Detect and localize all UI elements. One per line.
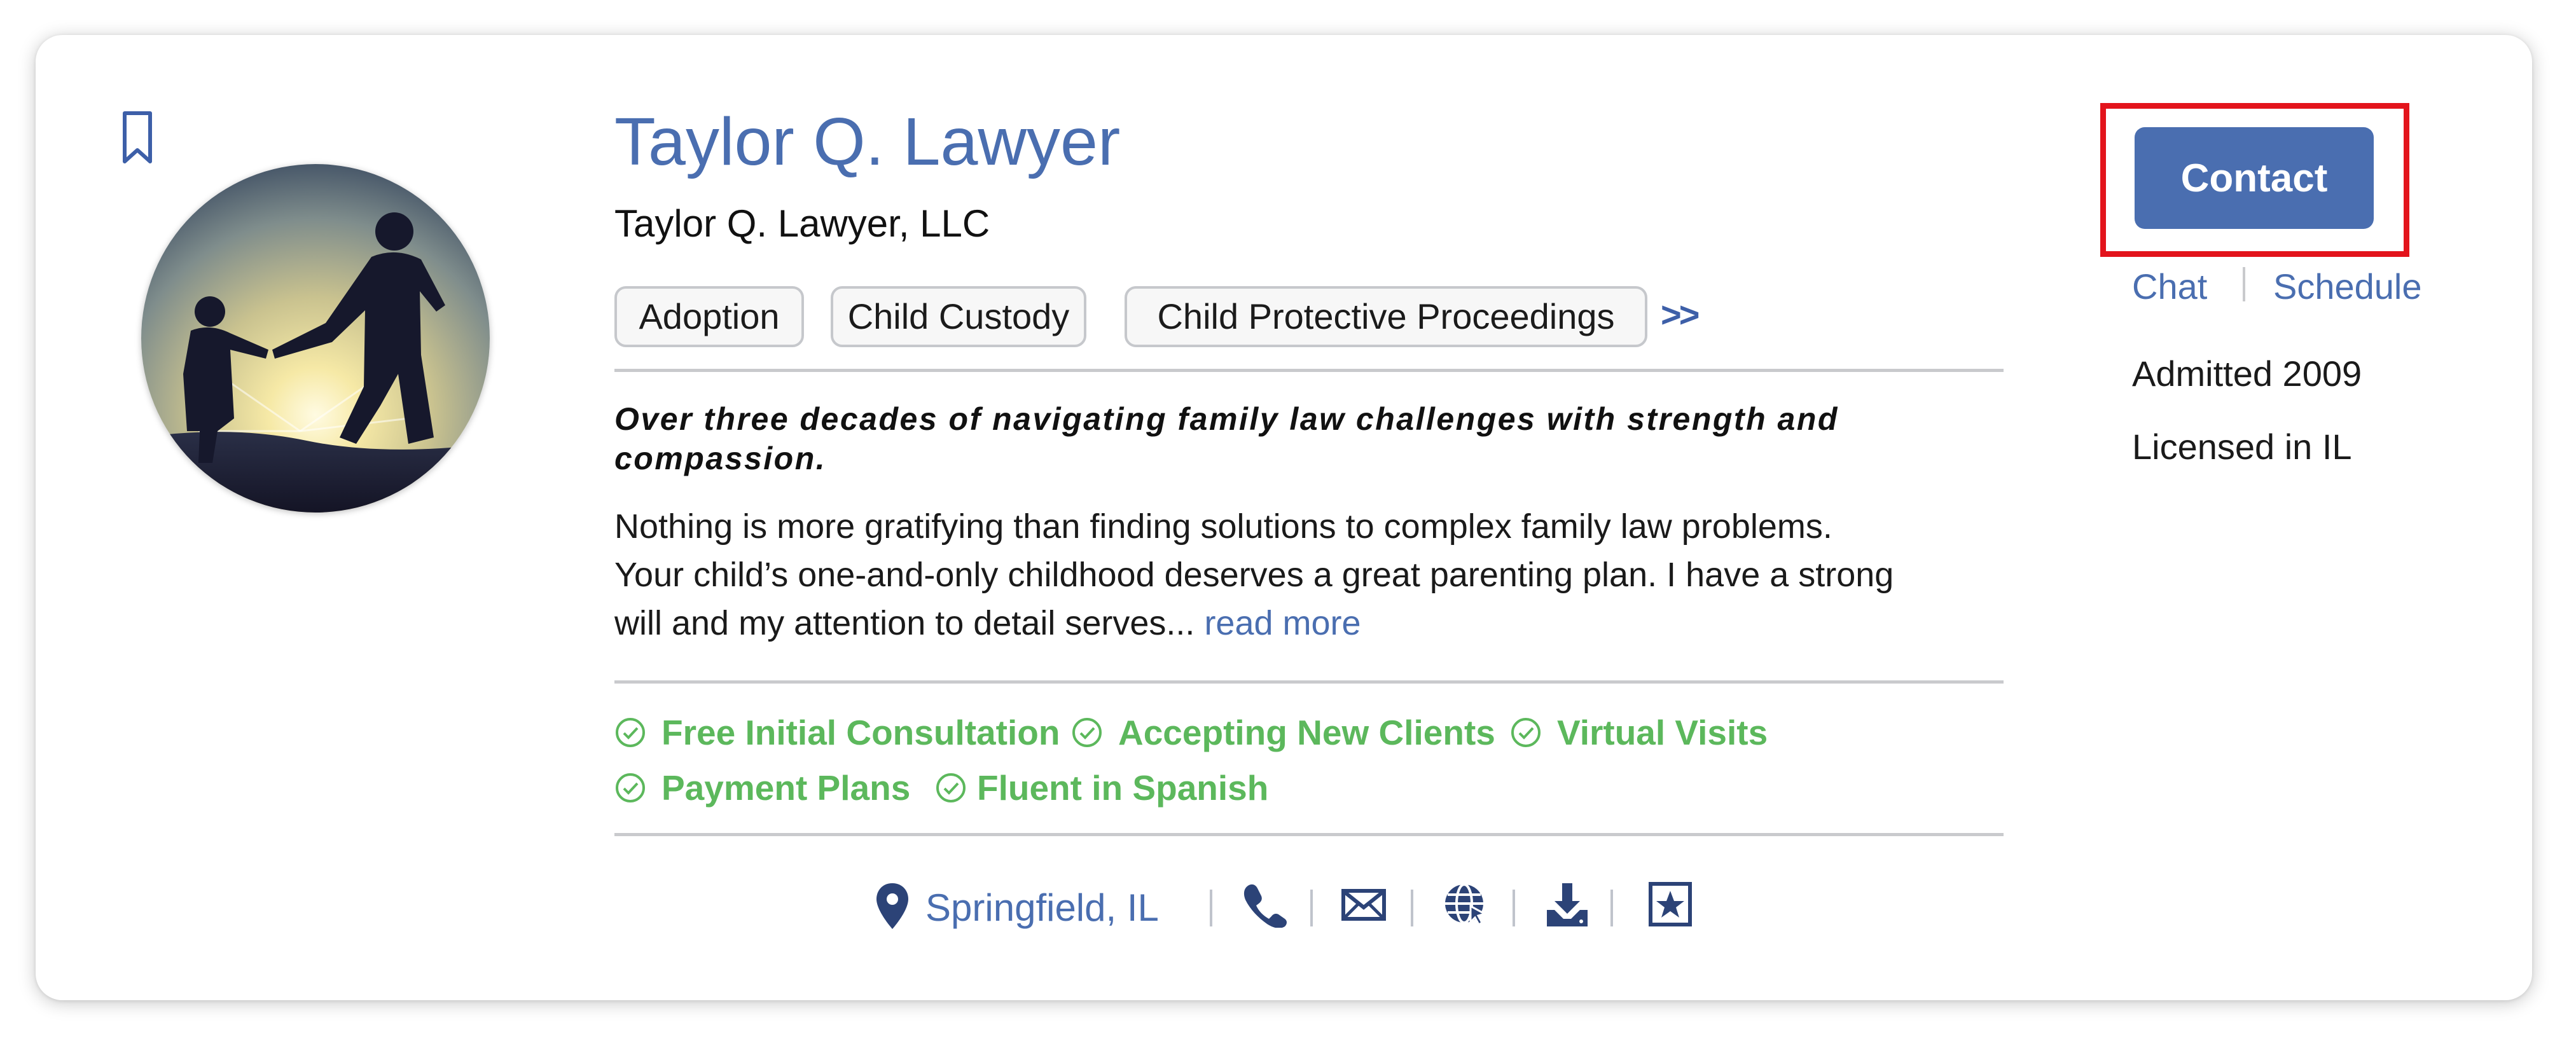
separator <box>2243 267 2245 301</box>
check-circle-icon <box>1072 718 1102 747</box>
feature-label: Free Initial Consultation <box>661 713 1060 752</box>
badge-star-icon[interactable] <box>1647 881 1693 928</box>
location-text: Springfield, IL <box>925 886 1159 929</box>
separator <box>1513 890 1515 926</box>
location-pin-icon <box>876 883 908 929</box>
avatar <box>141 164 490 513</box>
divider <box>614 833 2004 836</box>
bookmark-icon[interactable] <box>121 109 154 167</box>
lawyer-name[interactable]: Taylor Q. Lawyer <box>614 108 1120 175</box>
contact-button[interactable]: Contact <box>2135 127 2374 229</box>
firm-name: Taylor Q. Lawyer, LLC <box>614 202 990 245</box>
separator <box>1310 890 1313 926</box>
separator <box>1210 890 1212 926</box>
read-more-link[interactable]: read more <box>1204 604 1361 642</box>
feature-label: Accepting New Clients <box>1118 713 1495 752</box>
check-circle-icon <box>616 773 645 802</box>
check-circle-icon <box>936 773 966 802</box>
bio: Nothing is more gratifying than finding … <box>614 502 1906 647</box>
chat-link[interactable]: Chat <box>2132 266 2207 307</box>
tag-child-custody[interactable]: Child Custody <box>831 286 1086 347</box>
licensed-state: Licensed in IL <box>2132 427 2352 467</box>
tagline: Over three decades of navigating family … <box>614 401 1839 476</box>
phone-icon[interactable] <box>1242 881 1287 928</box>
schedule-link[interactable]: Schedule <box>2273 266 2422 307</box>
feature-label: Fluent in Spanish <box>977 768 1269 808</box>
more-tags-link[interactable]: >> <box>1661 294 1700 335</box>
separator <box>1411 890 1413 926</box>
email-icon[interactable] <box>1341 881 1387 928</box>
tag-child-protective-proceedings[interactable]: Child Protective Proceedings <box>1125 286 1647 347</box>
check-circle-icon <box>616 718 645 747</box>
divider <box>614 369 2004 372</box>
check-circle-icon <box>1511 718 1541 747</box>
feature-label: Virtual Visits <box>1557 713 1768 752</box>
feature-label: Payment Plans <box>661 768 911 808</box>
contact-icons-row: Springfield, IL <box>0 881 2576 932</box>
tag-adoption[interactable]: Adoption <box>614 286 804 347</box>
website-icon[interactable] <box>1443 881 1488 928</box>
divider <box>614 680 2004 684</box>
download-icon[interactable] <box>1544 881 1590 928</box>
admitted-year: Admitted 2009 <box>2132 354 2362 394</box>
separator <box>1610 890 1613 926</box>
